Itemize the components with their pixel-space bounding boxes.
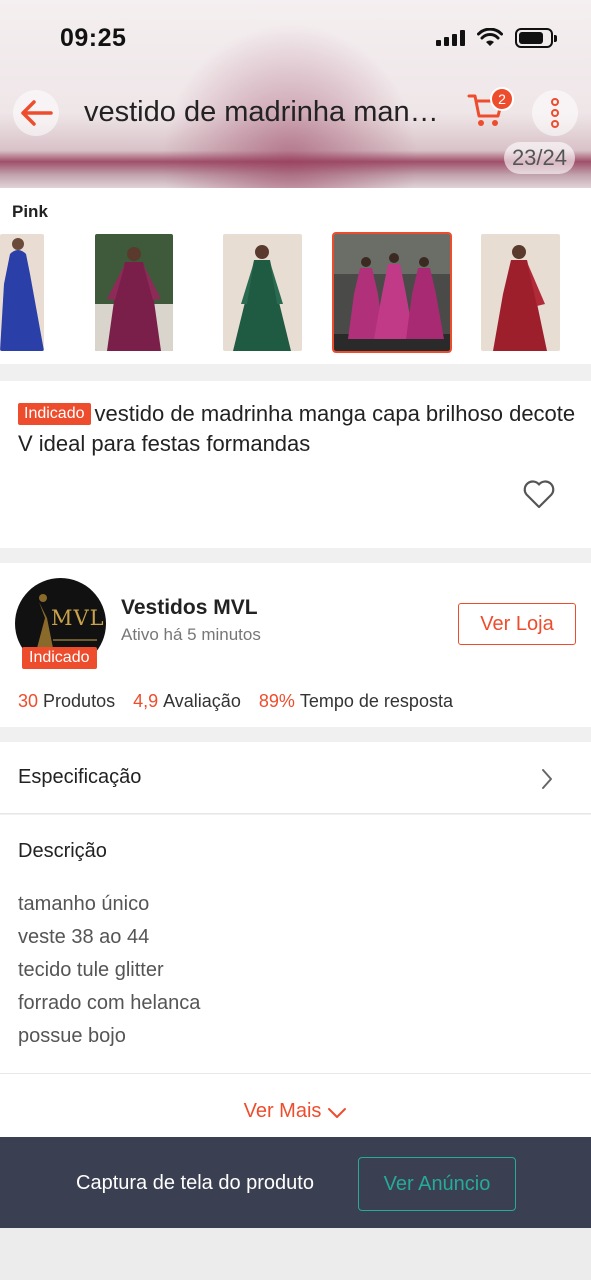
back-button[interactable] <box>13 90 59 136</box>
divider <box>0 1073 591 1074</box>
status-bar: 09:25 <box>0 0 591 80</box>
screenshot-banner: Captura de tela do produto Ver Anúncio <box>0 1137 591 1228</box>
shop-stat-response-time: 89% Tempo de resposta <box>258 691 453 711</box>
description-line: possue bojo <box>18 1025 126 1047</box>
favorite-button[interactable] <box>522 478 556 510</box>
status-time: 09:25 <box>60 24 127 52</box>
variant-thumbnail-pink[interactable] <box>332 232 452 353</box>
variant-thumbnail-blue[interactable] <box>0 234 44 351</box>
bottom-spacer <box>0 1228 591 1280</box>
chevron-right-icon <box>542 769 552 789</box>
see-more-button[interactable]: Ver Mais <box>0 1100 591 1123</box>
shop-stat-products: 30 Produtos <box>18 691 116 711</box>
shop-name[interactable]: Vestidos MVL <box>121 596 258 620</box>
shop-stats: 30 Produtos 4,9 Avaliação 89% Tempo de resp… <box>18 691 453 712</box>
signal-icon <box>436 30 465 46</box>
recommended-tag: Indicado <box>18 403 91 425</box>
variant-thumbnail-green[interactable] <box>223 234 302 351</box>
search-query-title[interactable]: vestido de madrinha manga capa brilhoso … <box>84 96 444 129</box>
description-line: tamanho único <box>18 893 150 915</box>
heart-icon <box>523 480 555 509</box>
description-line: forrado com helanca <box>18 992 201 1014</box>
view-listing-button[interactable]: Ver Anúncio <box>358 1157 516 1211</box>
shop-stat-rating: 4,9 Avaliação <box>133 691 241 711</box>
product-title-text: vestido de madrinha manga capa brilhoso … <box>18 401 576 456</box>
nav-bar: vestido de madrinha manga capa brilhoso … <box>0 84 591 144</box>
variant-selector: Pink <box>0 188 591 364</box>
description-line: veste 38 ao 44 <box>18 926 150 948</box>
wifi-icon <box>477 28 503 46</box>
shop-active-status: Ativo há 5 minutos <box>121 625 261 644</box>
cart-count-badge: 2 <box>490 87 514 111</box>
image-counter: 23/24 <box>503 142 575 174</box>
status-icons <box>436 28 557 48</box>
specification-label: Especificação <box>18 766 142 788</box>
more-options-button[interactable] <box>532 90 578 136</box>
product-title: Indicado vestido de madrinha manga capa b… <box>18 399 578 459</box>
more-vertical-icon <box>551 98 559 128</box>
shop-logo-text: MVL <box>51 606 105 630</box>
battery-icon <box>515 28 557 48</box>
shop-recommended-tag: Indicado <box>22 647 97 669</box>
product-title-section: Indicado vestido de madrinha manga capa b… <box>0 381 591 548</box>
chevron-down-icon <box>328 1108 347 1118</box>
description-text: tamanho único veste 38 ao 44 tecido tule… <box>18 888 200 1053</box>
arrow-left-icon <box>21 100 53 126</box>
variant-thumbnail-red[interactable] <box>481 234 560 351</box>
description-title: Descrição <box>18 840 107 862</box>
variant-label: Pink <box>12 202 48 221</box>
banner-text: Captura de tela do produto <box>76 1172 314 1194</box>
shop-section: MVL Indicado Vestidos MVL Ativo há 5 min… <box>0 563 591 727</box>
see-more-label: Ver Mais <box>243 1100 322 1122</box>
specification-row[interactable]: Especificação <box>0 742 591 814</box>
view-shop-button[interactable]: Ver Loja <box>458 603 576 645</box>
description-section: Descrição tamanho único veste 38 ao 44 t… <box>0 815 591 1137</box>
description-line: tecido tule glitter <box>18 959 164 981</box>
variant-thumbnail-wine[interactable] <box>95 234 173 351</box>
